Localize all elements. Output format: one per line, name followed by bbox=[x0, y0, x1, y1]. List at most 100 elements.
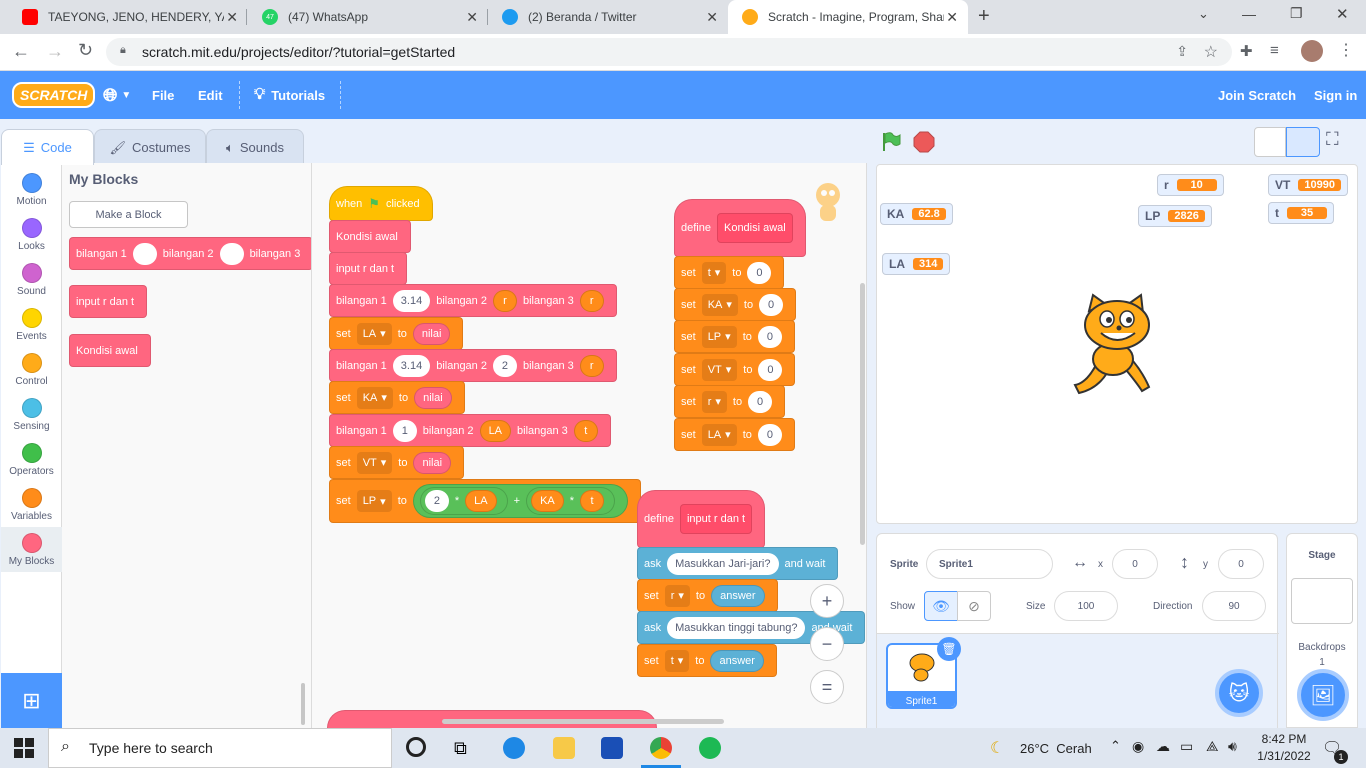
category-operators[interactable]: Operators bbox=[1, 437, 62, 482]
variable-dropdown[interactable]: LA ▾ bbox=[701, 423, 737, 446]
block-input[interactable]: 2 bbox=[424, 490, 449, 512]
cortana-icon[interactable] bbox=[406, 737, 426, 757]
variable-dropdown[interactable]: KA ▾ bbox=[356, 386, 393, 409]
set-ka-block[interactable]: set KA ▾ to nilai bbox=[329, 381, 465, 414]
call-bilangan-block-1[interactable]: bilangan 1 3.14 bilangan 2 r bilangan 3 r bbox=[329, 284, 617, 317]
file-menu[interactable]: File bbox=[152, 71, 174, 119]
block-input[interactable] bbox=[219, 242, 244, 265]
tab-youtube[interactable]: TAEYONG, JENO, HENDERY, YANG ✕ bbox=[8, 0, 248, 34]
variable-dropdown[interactable]: KA ▾ bbox=[701, 293, 738, 316]
workspace-horizontal-scrollbar[interactable] bbox=[442, 719, 724, 724]
workspace-vertical-scrollbar[interactable] bbox=[860, 283, 865, 545]
set-r-to-answer-block[interactable]: set r ▾ to answer bbox=[637, 579, 778, 612]
close-tab-icon[interactable]: ✕ bbox=[706, 9, 718, 26]
tab-search-icon[interactable]: ⌄ bbox=[1198, 6, 1209, 22]
green-flag-icon[interactable] bbox=[880, 131, 902, 153]
ask-jari-jari-block[interactable]: ask Masukkan Jari-jari? and wait bbox=[637, 547, 839, 580]
when-flag-clicked-block[interactable]: when ⚑ clicked bbox=[329, 186, 433, 221]
category-sensing[interactable]: Sensing bbox=[1, 392, 62, 437]
make-a-block-button[interactable]: Make a Block bbox=[69, 201, 188, 228]
sprite-name-input[interactable]: Sprite1 bbox=[926, 549, 1053, 579]
edge-icon[interactable] bbox=[503, 737, 525, 759]
show-hidden-icons-icon[interactable]: ⌃ bbox=[1110, 738, 1121, 754]
stage-canvas[interactable]: r 10 VT 10990 KA 62.8 LP 2826 t 35 LA 314 bbox=[876, 164, 1358, 524]
add-extension-icon[interactable]: ⊞ bbox=[1, 673, 62, 728]
volume-icon[interactable]: 🔊︎ bbox=[1228, 738, 1237, 755]
variable-reporter[interactable]: r bbox=[492, 289, 517, 312]
task-view-icon[interactable]: ⧉ bbox=[454, 738, 467, 759]
block-input[interactable]: 2 bbox=[492, 354, 517, 377]
set-variable-block[interactable]: set LA ▾ to 0 bbox=[674, 418, 795, 451]
variable-dropdown[interactable]: r ▾ bbox=[664, 584, 690, 607]
set-variable-block[interactable]: set LP ▾ to 0 bbox=[674, 320, 795, 353]
call-input-block[interactable]: input r dan t bbox=[329, 252, 408, 285]
variable-reporter[interactable]: t bbox=[580, 490, 605, 512]
script-workspace[interactable]: when ⚑ clicked Kondisi awal input r dan … bbox=[312, 163, 867, 728]
tab-code[interactable]: ☰ Code bbox=[1, 129, 94, 165]
category-motion[interactable]: Motion bbox=[1, 167, 62, 212]
stage-selector[interactable]: Stage Backdrops 1 🖼︎ bbox=[1286, 533, 1358, 728]
answer-reporter[interactable]: answer bbox=[710, 649, 764, 672]
address-bar[interactable]: 🔒︎ scratch.mit.edu/projects/editor/?tuto… bbox=[106, 38, 1232, 66]
zoom-reset-button[interactable]: = bbox=[810, 670, 844, 704]
add-sprite-icon[interactable]: 🐱︎ bbox=[1215, 669, 1263, 717]
size-input[interactable]: 100 bbox=[1054, 591, 1118, 621]
tab-twitter[interactable]: (2) Beranda / Twitter ✕ bbox=[488, 0, 728, 34]
call-kondisi-awal-block[interactable]: Kondisi awal bbox=[329, 220, 411, 253]
call-bilangan-block-2[interactable]: bilangan 1 3.14 bilangan 2 2 bilangan 3 r bbox=[329, 349, 617, 382]
cat-sprite[interactable] bbox=[1067, 293, 1167, 397]
set-la-block[interactable]: set LA ▾ to nilai bbox=[329, 317, 464, 350]
close-window-icon[interactable]: ✕ bbox=[1336, 5, 1349, 23]
normal-stage-icon[interactable] bbox=[1286, 127, 1320, 157]
cloud-icon[interactable]: ☁ bbox=[1156, 738, 1170, 755]
tab-costumes[interactable]: 🖌︎ Costumes bbox=[94, 129, 206, 165]
set-t-to-answer-block[interactable]: set t ▾ to answer bbox=[637, 644, 777, 677]
category-looks[interactable]: Looks bbox=[1, 212, 62, 257]
variable-dropdown[interactable]: t ▾ bbox=[701, 261, 727, 284]
category-sound[interactable]: Sound bbox=[1, 257, 62, 302]
palette-block-kondisi-awal[interactable]: Kondisi awal bbox=[69, 334, 151, 367]
nilai-reporter[interactable]: nilai bbox=[412, 322, 451, 345]
variable-dropdown[interactable]: LP ▾ bbox=[701, 325, 737, 348]
variable-reporter[interactable]: KA bbox=[531, 490, 564, 512]
tab-whatsapp[interactable]: 47 (47) WhatsApp ✕ bbox=[248, 0, 488, 34]
palette-block-bilangan[interactable]: bilangan 1 bilangan 2 bilangan 3 bbox=[69, 237, 311, 270]
set-vt-block[interactable]: set VT ▾ to nilai bbox=[329, 446, 465, 479]
block-input[interactable]: 3.14 bbox=[392, 289, 431, 312]
small-stage-icon[interactable] bbox=[1254, 127, 1286, 157]
variable-reporter[interactable]: r bbox=[579, 354, 604, 377]
new-tab-icon[interactable]: + bbox=[978, 5, 990, 28]
variable-dropdown[interactable]: LP ▾ bbox=[356, 490, 392, 512]
extensions-icon[interactable]: ✚ bbox=[1240, 42, 1253, 60]
forward-icon[interactable]: → bbox=[46, 41, 64, 62]
sign-in-link[interactable]: Sign in bbox=[1314, 71, 1357, 119]
variable-dropdown[interactable]: VT ▾ bbox=[701, 358, 738, 381]
define-input-block[interactable]: define input r dan t bbox=[637, 490, 766, 548]
block-input[interactable] bbox=[132, 242, 157, 265]
stage-thumbnail[interactable] bbox=[1291, 578, 1353, 624]
show-eye-icon[interactable]: 👁︎ bbox=[924, 591, 958, 621]
delete-sprite-icon[interactable]: 🗑︎ bbox=[937, 637, 961, 661]
variable-reporter[interactable]: t bbox=[573, 419, 598, 442]
block-input[interactable]: 1 bbox=[392, 419, 417, 442]
define-kondisi-awal-block[interactable]: define Kondisi awal bbox=[674, 199, 806, 257]
hide-eye-icon[interactable]: ⊘ bbox=[957, 591, 991, 621]
block-input[interactable]: Masukkan tinggi tabung? bbox=[667, 616, 806, 639]
wifi-icon[interactable]: ◉ bbox=[1132, 738, 1144, 755]
fullscreen-icon[interactable]: ⛶ bbox=[1326, 129, 1339, 150]
spotify-icon[interactable] bbox=[699, 737, 721, 759]
chrome-menu-icon[interactable]: ⋮ bbox=[1338, 40, 1354, 60]
set-lp-block[interactable]: set LP ▾ to 2 * LA + KA * t bbox=[329, 479, 642, 523]
category-events[interactable]: Events bbox=[1, 302, 62, 347]
multiply-operator-block[interactable]: KA * t bbox=[526, 487, 616, 515]
share-icon[interactable]: ⇪ bbox=[1176, 43, 1188, 60]
category-variables[interactable]: Variables bbox=[1, 482, 62, 527]
tutorials-button[interactable]: 💡︎ Tutorials bbox=[254, 71, 325, 119]
file-explorer-icon[interactable] bbox=[553, 737, 575, 759]
y-input[interactable]: 0 bbox=[1218, 549, 1264, 579]
set-variable-block[interactable]: set t ▾ to 0 bbox=[674, 256, 785, 289]
app-icon[interactable] bbox=[601, 737, 623, 759]
scratch-logo[interactable]: SCRATCH bbox=[12, 71, 96, 119]
language-globe-icon[interactable]: 🌐︎ ▼ bbox=[103, 71, 131, 119]
category-my-blocks[interactable]: My Blocks bbox=[1, 527, 62, 572]
